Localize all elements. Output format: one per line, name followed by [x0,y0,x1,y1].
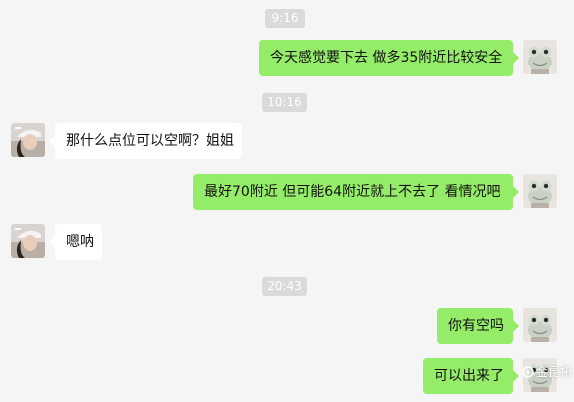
message-bubble-outgoing[interactable]: 你有空吗 [437,308,519,344]
girl-avatar[interactable] [11,224,45,258]
message-bubble-outgoing[interactable]: 今天感觉要下去 做多35附近比较安全 [259,40,519,76]
watermark: 金昆拓 [522,362,572,382]
frog-avatar[interactable] [523,174,557,208]
timestamp: 20:43 [262,277,307,296]
weibo-style-icon [522,366,534,378]
message-bubble-incoming[interactable]: 嗯呐 [49,224,102,260]
message-bubble-outgoing[interactable]: 可以出来了 [423,358,519,394]
girl-avatar[interactable] [11,123,45,157]
message-bubble-incoming[interactable]: 那什么点位可以空啊？姐姐 [49,123,242,159]
timestamp: 10:16 [262,93,307,112]
watermark-text: 金昆拓 [536,365,573,379]
frog-avatar[interactable] [523,40,557,74]
timestamp: 9:16 [265,9,305,28]
chat-window: 9:16 今天感觉要下去 做多35附近比较安全 10:16 那什么点位可以空啊？… [0,0,574,402]
frog-avatar[interactable] [523,308,557,342]
message-bubble-outgoing[interactable]: 最好70附近 但可能64附近就上不去了 看情况吧 [193,174,519,210]
